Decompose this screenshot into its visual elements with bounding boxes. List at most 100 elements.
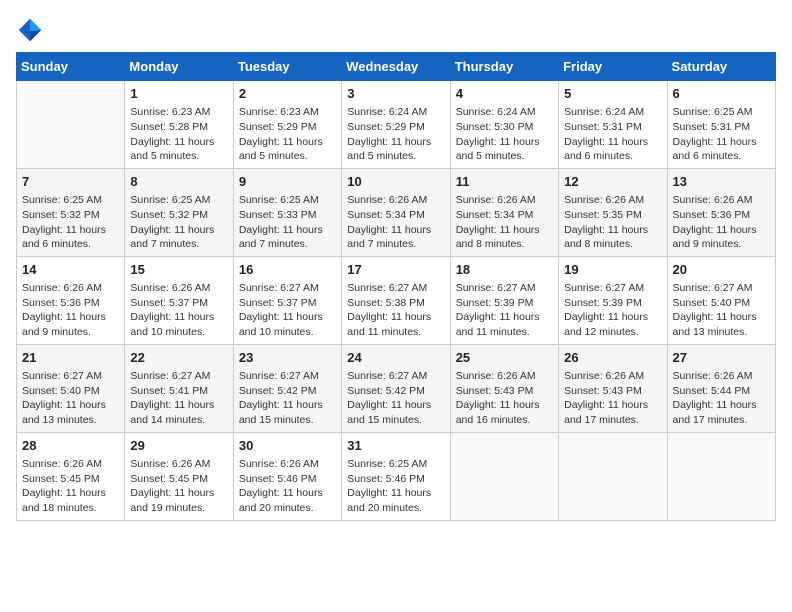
calendar-cell: 8 Sunrise: 6:25 AM Sunset: 5:32 PM Daylig…	[125, 168, 233, 256]
day-number: 26	[564, 349, 661, 367]
day-info: Sunrise: 6:27 AM Sunset: 5:42 PM Dayligh…	[239, 369, 336, 428]
week-row-3: 14 Sunrise: 6:26 AM Sunset: 5:36 PM Dayli…	[17, 256, 776, 344]
logo	[16, 16, 48, 44]
day-info: Sunrise: 6:27 AM Sunset: 5:40 PM Dayligh…	[22, 369, 119, 428]
day-number: 22	[130, 349, 227, 367]
day-info: Sunrise: 6:27 AM Sunset: 5:38 PM Dayligh…	[347, 281, 444, 340]
day-number: 31	[347, 437, 444, 455]
week-row-5: 28 Sunrise: 6:26 AM Sunset: 5:45 PM Dayli…	[17, 432, 776, 520]
day-number: 11	[456, 173, 553, 191]
week-row-1: 1 Sunrise: 6:23 AM Sunset: 5:28 PM Daylig…	[17, 81, 776, 169]
day-info: Sunrise: 6:26 AM Sunset: 5:45 PM Dayligh…	[130, 457, 227, 516]
day-number: 19	[564, 261, 661, 279]
day-info: Sunrise: 6:23 AM Sunset: 5:28 PM Dayligh…	[130, 105, 227, 164]
day-info: Sunrise: 6:26 AM Sunset: 5:36 PM Dayligh…	[22, 281, 119, 340]
day-info: Sunrise: 6:25 AM Sunset: 5:32 PM Dayligh…	[130, 193, 227, 252]
day-number: 29	[130, 437, 227, 455]
calendar-cell: 7 Sunrise: 6:25 AM Sunset: 5:32 PM Daylig…	[17, 168, 125, 256]
day-number: 9	[239, 173, 336, 191]
calendar-cell: 28 Sunrise: 6:26 AM Sunset: 5:45 PM Dayli…	[17, 432, 125, 520]
day-info: Sunrise: 6:27 AM Sunset: 5:37 PM Dayligh…	[239, 281, 336, 340]
day-header-tuesday: Tuesday	[233, 53, 341, 81]
calendar-cell: 17Sunrise: 6:27 AM Sunset: 5:38 PM Dayli…	[342, 256, 450, 344]
day-info: Sunrise: 6:25 AM Sunset: 5:33 PM Dayligh…	[239, 193, 336, 252]
calendar-cell: 26 Sunrise: 6:26 AM Sunset: 5:43 PM Dayli…	[559, 344, 667, 432]
day-info: Sunrise: 6:26 AM Sunset: 5:35 PM Dayligh…	[564, 193, 661, 252]
day-info: Sunrise: 6:27 AM Sunset: 5:40 PM Dayligh…	[673, 281, 770, 340]
day-info: Sunrise: 6:27 AM Sunset: 5:39 PM Dayligh…	[456, 281, 553, 340]
day-number: 13	[673, 173, 770, 191]
calendar-cell: 20Sunrise: 6:27 AM Sunset: 5:40 PM Dayli…	[667, 256, 775, 344]
day-number: 28	[22, 437, 119, 455]
day-number: 10	[347, 173, 444, 191]
calendar-cell: 4Sunrise: 6:24 AM Sunset: 5:30 PM Daylig…	[450, 81, 558, 169]
day-info: Sunrise: 6:26 AM Sunset: 5:45 PM Dayligh…	[22, 457, 119, 516]
calendar-cell: 27 Sunrise: 6:26 AM Sunset: 5:44 PM Dayli…	[667, 344, 775, 432]
calendar-cell: 21 Sunrise: 6:27 AM Sunset: 5:40 PM Dayli…	[17, 344, 125, 432]
day-info: Sunrise: 6:23 AM Sunset: 5:29 PM Dayligh…	[239, 105, 336, 164]
day-header-sunday: Sunday	[17, 53, 125, 81]
calendar-cell: 29 Sunrise: 6:26 AM Sunset: 5:45 PM Dayli…	[125, 432, 233, 520]
day-number: 2	[239, 85, 336, 103]
day-number: 30	[239, 437, 336, 455]
day-info: Sunrise: 6:25 AM Sunset: 5:31 PM Dayligh…	[673, 105, 770, 164]
day-number: 27	[673, 349, 770, 367]
day-number: 1	[130, 85, 227, 103]
day-info: Sunrise: 6:26 AM Sunset: 5:46 PM Dayligh…	[239, 457, 336, 516]
calendar-cell: 15Sunrise: 6:26 AM Sunset: 5:37 PM Dayli…	[125, 256, 233, 344]
day-number: 24	[347, 349, 444, 367]
day-number: 16	[239, 261, 336, 279]
day-info: Sunrise: 6:25 AM Sunset: 5:32 PM Dayligh…	[22, 193, 119, 252]
day-info: Sunrise: 6:27 AM Sunset: 5:39 PM Dayligh…	[564, 281, 661, 340]
day-number: 5	[564, 85, 661, 103]
calendar-cell: 9 Sunrise: 6:25 AM Sunset: 5:33 PM Daylig…	[233, 168, 341, 256]
calendar-cell: 3 Sunrise: 6:24 AM Sunset: 5:29 PM Daylig…	[342, 81, 450, 169]
calendar-cell: 25Sunrise: 6:26 AM Sunset: 5:43 PM Dayli…	[450, 344, 558, 432]
week-row-4: 21 Sunrise: 6:27 AM Sunset: 5:40 PM Dayli…	[17, 344, 776, 432]
calendar-cell: 18 Sunrise: 6:27 AM Sunset: 5:39 PM Dayli…	[450, 256, 558, 344]
calendar-cell: 13 Sunrise: 6:26 AM Sunset: 5:36 PM Dayli…	[667, 168, 775, 256]
day-info: Sunrise: 6:26 AM Sunset: 5:44 PM Dayligh…	[673, 369, 770, 428]
calendar-cell: 24 Sunrise: 6:27 AM Sunset: 5:42 PM Dayli…	[342, 344, 450, 432]
day-header-wednesday: Wednesday	[342, 53, 450, 81]
day-info: Sunrise: 6:26 AM Sunset: 5:34 PM Dayligh…	[347, 193, 444, 252]
calendar-cell	[559, 432, 667, 520]
calendar-cell: 12 Sunrise: 6:26 AM Sunset: 5:35 PM Dayli…	[559, 168, 667, 256]
day-number: 6	[673, 85, 770, 103]
day-number: 18	[456, 261, 553, 279]
day-number: 3	[347, 85, 444, 103]
day-number: 14	[22, 261, 119, 279]
day-number: 25	[456, 349, 553, 367]
calendar-cell: 19 Sunrise: 6:27 AM Sunset: 5:39 PM Dayli…	[559, 256, 667, 344]
calendar-cell: 16 Sunrise: 6:27 AM Sunset: 5:37 PM Dayli…	[233, 256, 341, 344]
day-header-monday: Monday	[125, 53, 233, 81]
day-number: 12	[564, 173, 661, 191]
calendar-cell: 10 Sunrise: 6:26 AM Sunset: 5:34 PM Dayli…	[342, 168, 450, 256]
day-info: Sunrise: 6:27 AM Sunset: 5:42 PM Dayligh…	[347, 369, 444, 428]
day-info: Sunrise: 6:24 AM Sunset: 5:31 PM Dayligh…	[564, 105, 661, 164]
calendar-cell: 2 Sunrise: 6:23 AM Sunset: 5:29 PM Daylig…	[233, 81, 341, 169]
day-number: 8	[130, 173, 227, 191]
calendar-cell: 30 Sunrise: 6:26 AM Sunset: 5:46 PM Dayli…	[233, 432, 341, 520]
page-header	[16, 16, 776, 44]
logo-icon	[16, 16, 44, 44]
calendar-cell	[450, 432, 558, 520]
day-number: 7	[22, 173, 119, 191]
calendar-cell: 6 Sunrise: 6:25 AM Sunset: 5:31 PM Daylig…	[667, 81, 775, 169]
day-info: Sunrise: 6:26 AM Sunset: 5:43 PM Dayligh…	[564, 369, 661, 428]
calendar-cell	[17, 81, 125, 169]
day-info: Sunrise: 6:24 AM Sunset: 5:30 PM Dayligh…	[456, 105, 553, 164]
day-number: 21	[22, 349, 119, 367]
day-number: 15	[130, 261, 227, 279]
calendar-cell	[667, 432, 775, 520]
calendar-cell: 23Sunrise: 6:27 AM Sunset: 5:42 PM Dayli…	[233, 344, 341, 432]
calendar-cell: 1 Sunrise: 6:23 AM Sunset: 5:28 PM Daylig…	[125, 81, 233, 169]
day-header-friday: Friday	[559, 53, 667, 81]
day-info: Sunrise: 6:26 AM Sunset: 5:36 PM Dayligh…	[673, 193, 770, 252]
day-header-saturday: Saturday	[667, 53, 775, 81]
calendar-cell: 5 Sunrise: 6:24 AM Sunset: 5:31 PM Daylig…	[559, 81, 667, 169]
day-info: Sunrise: 6:26 AM Sunset: 5:34 PM Dayligh…	[456, 193, 553, 252]
calendar-cell: 31 Sunrise: 6:25 AM Sunset: 5:46 PM Dayli…	[342, 432, 450, 520]
day-info: Sunrise: 6:24 AM Sunset: 5:29 PM Dayligh…	[347, 105, 444, 164]
day-info: Sunrise: 6:25 AM Sunset: 5:46 PM Dayligh…	[347, 457, 444, 516]
